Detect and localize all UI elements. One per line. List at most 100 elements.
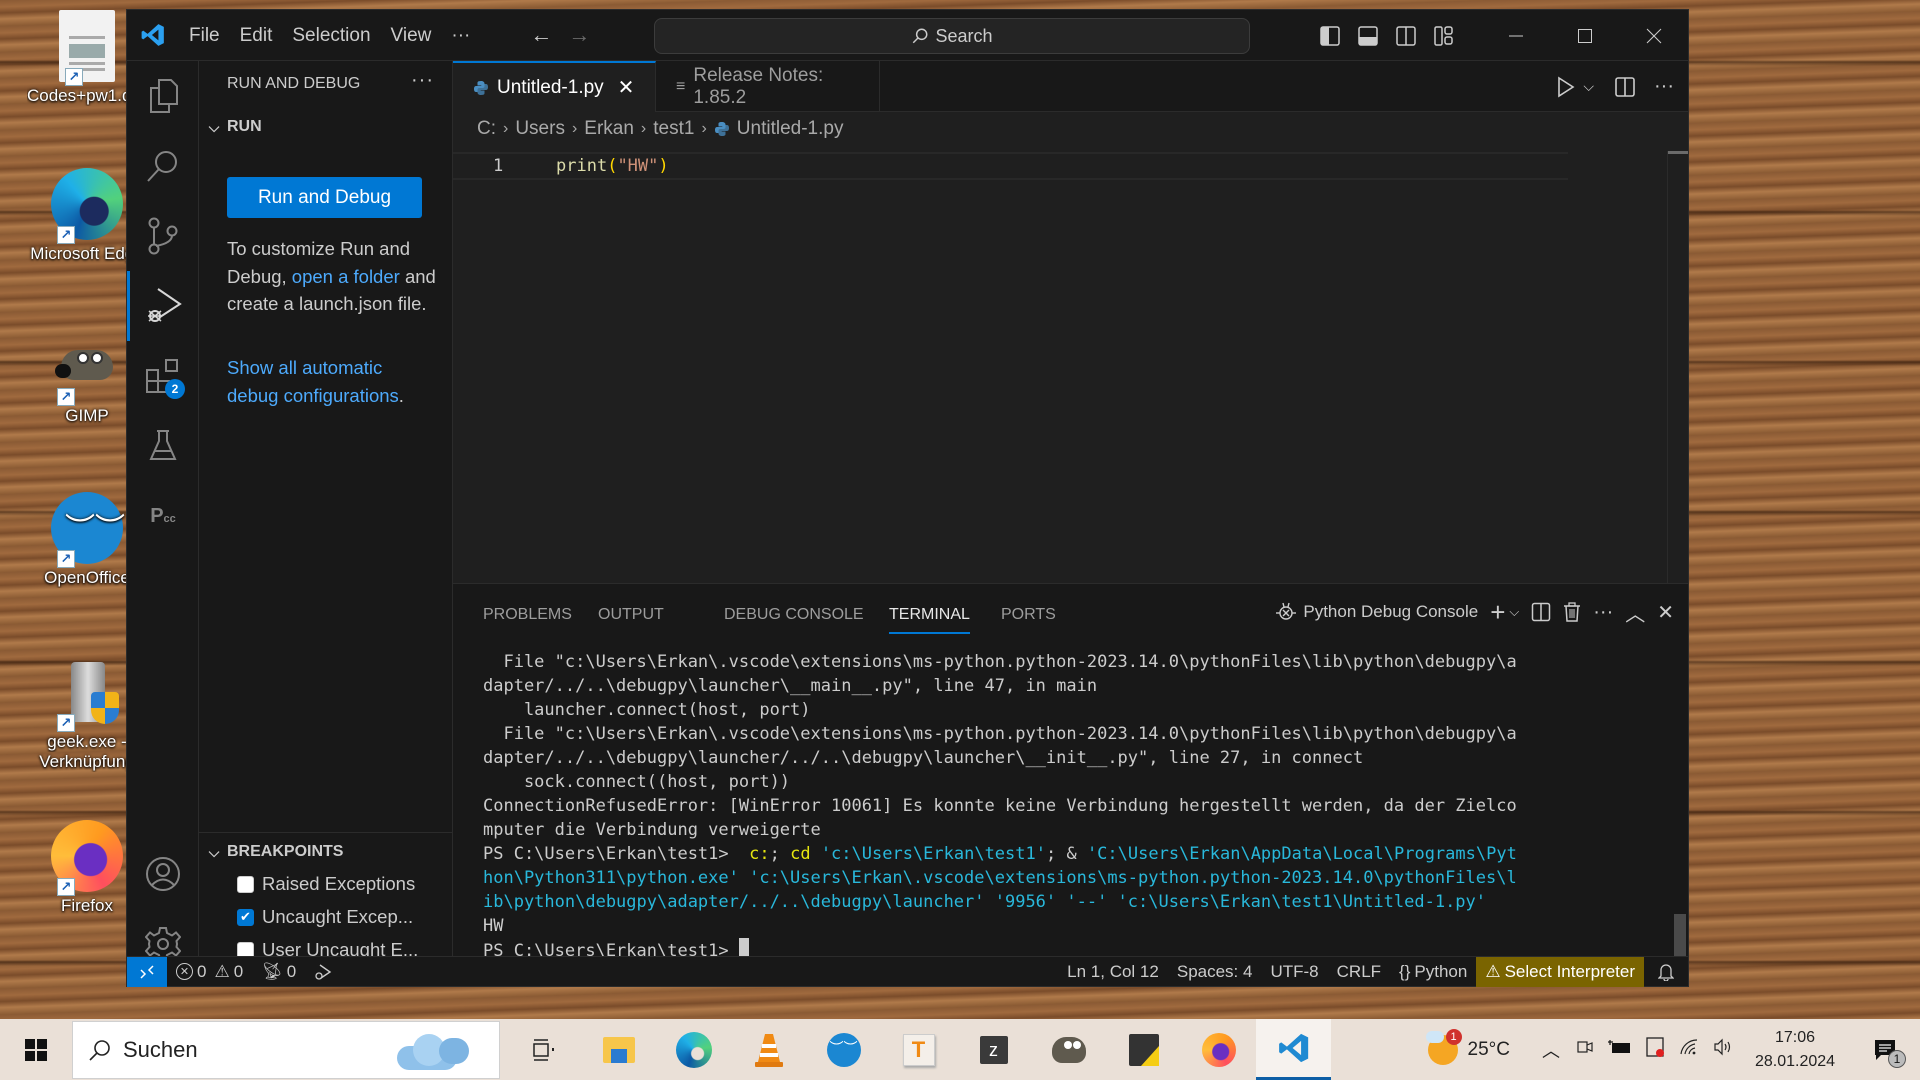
tab-terminal[interactable]: TERMINAL [889,606,970,634]
update-restart-icon[interactable] [1638,1036,1672,1063]
run-section-header[interactable]: ⌵ RUN [207,118,262,136]
clock-time: 17:06 [1774,1028,1816,1046]
menu-file[interactable]: File [179,10,230,61]
menu-selection[interactable]: Selection [282,10,380,61]
accounts-icon[interactable] [127,839,199,909]
python-environments-icon[interactable]: Pcc [127,481,199,551]
weather-widget[interactable]: 1 25°C [1425,1028,1510,1065]
clock[interactable]: 17:06 28.01.2024 [1740,1026,1850,1074]
breadcrumb-item[interactable]: test1 [653,118,694,140]
run-and-debug-button[interactable]: Run and Debug [227,177,422,218]
kill-terminal-trash-icon[interactable] [1563,602,1581,622]
new-terminal-plus-icon[interactable]: + [1490,597,1505,628]
action-center-button[interactable]: 1 [1850,1038,1920,1068]
taskbar-firefox[interactable] [1181,1019,1256,1080]
taskbar-edge[interactable] [656,1019,731,1080]
checkbox[interactable] [237,875,254,893]
run-python-file-icon[interactable] [1555,75,1577,99]
maximize-button[interactable] [1550,10,1619,61]
editor-more-actions-icon[interactable]: ··· [1654,75,1674,98]
panel-more-actions-icon[interactable]: ··· [1593,601,1613,624]
toggle-secondary-sidebar-icon[interactable] [1387,10,1425,61]
encoding[interactable]: UTF-8 [1261,957,1327,987]
search-icon[interactable] [127,131,199,201]
tab-output[interactable]: OUTPUT [598,606,664,624]
split-editor-icon[interactable] [1614,76,1636,98]
code-text[interactable]: print("HW") [556,156,669,176]
taskbar-openoffice[interactable]: ︶︶ [806,1019,881,1080]
show-hidden-icons-chevron-icon[interactable]: ︿ [1534,1037,1568,1063]
select-interpreter-button[interactable]: ⚠ Select Interpreter [1476,956,1644,987]
close-panel-icon[interactable]: ✕ [1657,600,1674,625]
explorer-icon[interactable] [127,61,199,131]
wifi-icon[interactable] [1672,1038,1706,1061]
split-terminal-icon[interactable] [1531,602,1551,622]
customize-layout-icon[interactable] [1425,10,1463,61]
notifications-bell-icon[interactable] [1644,957,1688,987]
taskbar-vlc[interactable] [731,1019,806,1080]
indentation[interactable]: Spaces: 4 [1168,957,1262,987]
breadcrumb-item[interactable]: Erkan [584,118,634,140]
run-dropdown-chevron-icon[interactable]: ⌵ [1583,78,1594,95]
checkbox-checked[interactable]: ✔ [237,908,254,926]
tab-problems[interactable]: PROBLEMS [483,606,572,624]
menu-edit[interactable]: Edit [230,10,283,61]
debug-launch-icon[interactable] [305,957,341,987]
taskbar-sticky-notes[interactable] [1106,1019,1181,1080]
menu-more[interactable]: ··· [441,10,480,61]
extensions-badge: 2 [165,379,185,399]
open-folder-link[interactable]: open a folder [292,266,400,287]
end-of-line[interactable]: CRLF [1328,957,1390,987]
taskbar-zim[interactable]: z [956,1019,1031,1080]
windows-taskbar: Suchen ︶︶ T z 1 25°C ︿ 17:06 28.01.2024 … [0,1019,1920,1080]
ports-status[interactable]: 📡︎ 0 [252,957,305,987]
toggle-primary-sidebar-icon[interactable] [1311,10,1349,61]
start-button[interactable] [0,1019,72,1080]
breakpoint-raised-exceptions[interactable]: Raised Exceptions [237,873,415,895]
tab-release-notes[interactable]: ≡ Release Notes: 1.85.2 [656,61,880,112]
breadcrumb-item[interactable]: C: [477,118,496,140]
taskbar-typora[interactable]: T [881,1019,956,1080]
breadcrumb-item[interactable]: Users [515,118,565,140]
terminal-output[interactable]: File "c:\Users\Erkan\.vscode\extensions\… [483,650,1662,963]
close-window-button[interactable] [1619,10,1688,61]
testing-flask-icon[interactable] [127,411,199,481]
breadcrumb-item[interactable]: Untitled-1.py [737,118,844,140]
breakpoints-section-header[interactable]: ⌵ BREAKPOINTS [207,843,344,861]
toggle-panel-icon[interactable] [1349,10,1387,61]
breakpoint-uncaught-exceptions[interactable]: ✔ Uncaught Excep... [237,906,413,928]
taskbar-gimp[interactable] [1031,1019,1106,1080]
terminal-name[interactable]: Python Debug Console [1303,602,1478,622]
problems-status[interactable]: ✕ 0 ⚠ 0 [167,957,252,987]
run-and-debug-icon[interactable] [127,271,199,341]
gimp-icon [1051,1036,1086,1063]
extensions-icon[interactable]: 2 [127,341,199,411]
close-tab-icon[interactable]: ✕ [618,75,635,100]
remote-indicator-icon[interactable] [127,956,167,987]
command-center-search[interactable]: Search [654,18,1250,54]
forward-arrow-icon[interactable]: → [560,22,598,48]
menu-view[interactable]: View [381,10,442,61]
taskbar-file-explorer[interactable] [581,1019,656,1080]
tab-untitled-1-py[interactable]: Untitled-1.py ✕ [453,61,656,112]
battery-charging-icon[interactable] [1602,1039,1638,1060]
show-all-debug-configurations-link[interactable]: Show all automatic debug configurations [227,357,399,406]
cursor-position[interactable]: Ln 1, Col 12 [1058,957,1168,987]
tab-ports[interactable]: PORTS [1001,606,1056,624]
taskbar-task-view[interactable] [506,1019,581,1080]
taskbar-search-box[interactable]: Suchen [72,1020,500,1079]
code-line-1[interactable]: 1 print("HW") [453,152,1568,180]
maximize-panel-chevron-up-icon[interactable]: ︿ [1625,598,1645,627]
taskbar-vscode[interactable] [1256,1019,1331,1080]
back-arrow-icon[interactable]: ← [522,22,560,48]
editor-scrollbar[interactable] [1668,151,1688,154]
volume-icon[interactable] [1706,1038,1740,1061]
language-mode[interactable]: {} Python [1390,957,1476,987]
minimize-button[interactable] [1481,10,1550,61]
terminal-dropdown-chevron-icon[interactable]: ⌵ [1509,604,1519,620]
camera-icon[interactable] [1568,1037,1602,1062]
tab-debug-console[interactable]: DEBUG CONSOLE [724,606,864,624]
warning-icon: ⚠ [214,961,230,981]
source-control-icon[interactable] [127,201,199,271]
sidebar-more-actions[interactable]: ··· [411,69,434,92]
